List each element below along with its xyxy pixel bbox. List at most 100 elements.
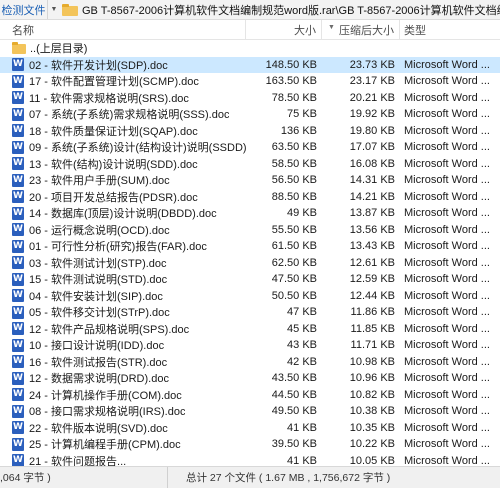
file-compressed-size: 14.21 KB — [349, 190, 395, 203]
column-header-compressed-label: 压缩后大小 — [339, 24, 394, 37]
word-doc-icon: W — [12, 388, 24, 402]
file-row[interactable]: W 24 - 计算机操作手册(COM).doc 44.50 KB 10.82 KB Mi… — [0, 387, 500, 404]
file-type: Microsoft Word ... — [404, 355, 490, 368]
file-type: Microsoft Word ... — [404, 454, 490, 466]
file-row[interactable]: W 18 - 软件质量保证计划(SQAP).doc 136 KB 19.80 KB Mi… — [0, 123, 500, 140]
file-row[interactable]: W 11 - 软件需求规格说明(SRS).doc 78.50 KB 20.21 KB M… — [0, 90, 500, 107]
column-header-type[interactable]: 类型 — [400, 20, 500, 40]
file-row[interactable]: W 10 - 接口设计说明(IDD).doc 43 KB 11.71 KB Micros… — [0, 337, 500, 354]
file-type: Microsoft Word ... — [404, 438, 490, 451]
file-name-cell: W 07 - 系统(子系统)需求规格说明(SSS).doc — [0, 106, 246, 123]
check-files-button[interactable]: 检测文件 — [0, 0, 48, 19]
file-type: Microsoft Word ... — [404, 372, 490, 385]
word-doc-icon: W — [12, 256, 24, 270]
file-row[interactable]: W 14 - 数据库(顶层)设计说明(DBDD).doc 49 KB 13.87 KB… — [0, 205, 500, 222]
file-name: 15 - 软件测试说明(STD).doc — [29, 274, 168, 287]
file-compressed-size: 19.92 KB — [349, 108, 395, 121]
file-compressed-size: 16.08 KB — [349, 157, 395, 170]
file-size: 58.50 KB — [271, 157, 317, 170]
file-compressed-size: 23.17 KB — [349, 75, 395, 88]
word-doc-icon: W — [12, 239, 24, 253]
file-row[interactable]: W 13 - 软件(结构)设计说明(SDD).doc 58.50 KB 16.08 K… — [0, 156, 500, 173]
word-doc-icon: W — [12, 371, 24, 385]
file-row[interactable]: W 23 - 软件用户手册(SUM).doc 56.50 KB 14.31 KB Mic… — [0, 172, 500, 189]
file-name-cell: W 23 - 软件用户手册(SUM).doc — [0, 172, 246, 189]
file-type: Microsoft Word ... — [404, 273, 490, 286]
file-row[interactable]: W 05 - 软件移交计划(STrP).doc 47 KB 11.86 KB Micro… — [0, 304, 500, 321]
file-size: 39.50 KB — [271, 438, 317, 451]
file-name-cell: W 18 - 软件质量保证计划(SQAP).doc — [0, 123, 246, 140]
file-name-cell: W 20 - 项目开发总结报告(PDSR).doc — [0, 189, 246, 206]
path-dropdown-arrow-icon[interactable]: ▼ — [48, 0, 60, 19]
word-doc-icon: W — [12, 58, 24, 72]
address-path-text: GB T-8567-2006计算机软件文档编制规范word版.rar\GB T-… — [82, 4, 500, 17]
file-row[interactable]: W 02 - 软件开发计划(SDP).doc 148.50 KB 23.73 KB Mi… — [0, 56, 500, 73]
file-type: Microsoft Word ... — [404, 322, 490, 335]
word-doc-icon: W — [12, 124, 24, 138]
file-name: 06 - 运行概念说明(OCD).doc — [29, 224, 170, 237]
address-path[interactable]: GB T-8567-2006计算机软件文档编制规范word版.rar\GB T-… — [60, 0, 500, 19]
parent-directory-cell: ..(上层目录) — [0, 40, 246, 57]
file-compressed-size: 10.82 KB — [349, 388, 395, 401]
file-name-cell: W 21 - 软件问题报告... — [0, 453, 246, 466]
file-name: 07 - 系统(子系统)需求规格说明(SSS).doc — [29, 109, 230, 122]
file-name: 20 - 项目开发总结报告(PDSR).doc — [29, 191, 198, 204]
file-row[interactable]: W 08 - 接口需求规格说明(IRS).doc 49.50 KB 10.38 KB M… — [0, 403, 500, 420]
file-compressed-size: 11.85 KB — [350, 322, 395, 335]
file-name: 23 - 软件用户手册(SUM).doc — [29, 175, 170, 188]
path-folder-icon — [62, 3, 78, 16]
file-size: 62.50 KB — [271, 256, 317, 269]
file-row[interactable]: W 09 - 系统(子系统)设计(结构设计)说明(SSDD).doc 63.50 K… — [0, 139, 500, 156]
file-type: Microsoft Word ... — [404, 141, 490, 154]
file-row[interactable]: W 21 - 软件问题报告... 41 KB 10.05 KB Microsoft Wo… — [0, 453, 500, 466]
file-name: 11 - 软件需求规格说明(SRS).doc — [29, 92, 189, 105]
file-row[interactable]: W 04 - 软件安装计划(SIP).doc 50.50 KB 12.44 KB Mic… — [0, 288, 500, 305]
file-row[interactable]: W 17 - 软件配置管理计划(SCMP).doc 163.50 KB 23.17 K… — [0, 73, 500, 90]
column-header-name[interactable]: 名称 — [0, 19, 246, 40]
file-size: 55.50 KB — [271, 223, 317, 236]
status-selection-text: ,064 字节 ) — [0, 467, 168, 488]
file-compressed-size: 12.59 KB — [349, 273, 395, 286]
file-row[interactable]: W 12 - 数据需求说明(DRD).doc 43.50 KB 10.96 KB Mic… — [0, 370, 500, 387]
file-row[interactable]: W 01 - 可行性分析(研究)报告(FAR).doc 61.50 KB 13.43 … — [0, 238, 500, 255]
file-name: 24 - 计算机操作手册(COM).doc — [29, 389, 182, 402]
file-name: 25 - 计算机编程手册(CPM).doc — [29, 439, 181, 452]
file-row[interactable]: W 06 - 运行概念说明(OCD).doc 55.50 KB 13.56 KB Mic… — [0, 222, 500, 239]
file-size: 44.50 KB — [271, 388, 317, 401]
file-row[interactable]: W 12 - 软件产品规格说明(SPS).doc 45 KB 11.85 KB Micr… — [0, 321, 500, 338]
file-name: 04 - 软件安装计划(SIP).doc — [29, 290, 163, 303]
file-compressed-size: 12.61 KB — [349, 256, 395, 269]
word-doc-icon: W — [12, 206, 24, 220]
file-row[interactable]: W 20 - 项目开发总结报告(PDSR).doc 88.50 KB 14.21 KB… — [0, 189, 500, 206]
column-header-size[interactable]: 大小 — [246, 19, 322, 40]
word-doc-icon: W — [12, 305, 24, 319]
file-name-cell: W 06 - 运行概念说明(OCD).doc — [0, 222, 246, 239]
file-row[interactable]: W 22 - 软件版本说明(SVD).doc 41 KB 10.35 KB Micros… — [0, 420, 500, 437]
word-doc-icon: W — [12, 223, 24, 237]
word-doc-icon: W — [12, 91, 24, 105]
file-row[interactable]: W 16 - 软件测试报告(STR).doc 42 KB 10.98 KB Micros… — [0, 354, 500, 371]
column-header-compressed-size[interactable]: ▼ 压缩后大小 — [322, 19, 400, 40]
file-compressed-size: 23.73 KB — [349, 58, 395, 71]
file-size: 49 KB — [287, 207, 317, 220]
file-size: 88.50 KB — [271, 190, 317, 203]
file-row[interactable]: W 07 - 系统(子系统)需求规格说明(SSS).doc 75 KB 19.92 K… — [0, 106, 500, 123]
file-type: Microsoft Word ... — [404, 207, 490, 220]
word-doc-icon: W — [12, 289, 24, 303]
file-compressed-size: 14.31 KB — [349, 174, 395, 187]
status-bar: ,064 字节 ) 总计 27 个文件 ( 1.67 MB , 1,756,67… — [0, 466, 500, 488]
file-name: 17 - 软件配置管理计划(SCMP).doc — [29, 76, 199, 89]
column-header-row: 名称 大小 ▼ 压缩后大小 类型 — [0, 19, 500, 40]
file-type: Microsoft Word ... — [404, 157, 490, 170]
word-doc-icon: W — [12, 404, 24, 418]
file-row[interactable]: W 03 - 软件测试计划(STP).doc 62.50 KB 12.61 KB Mic… — [0, 255, 500, 272]
file-name-cell: W 04 - 软件安装计划(SIP).doc — [0, 288, 246, 305]
file-row[interactable]: W 15 - 软件测试说明(STD).doc 47.50 KB 12.59 KB Mic… — [0, 271, 500, 288]
file-size: 61.50 KB — [271, 240, 317, 253]
file-name-cell: W 03 - 软件测试计划(STP).doc — [0, 255, 246, 272]
file-row[interactable]: W 25 - 计算机编程手册(CPM).doc 39.50 KB 10.22 KB Mi… — [0, 436, 500, 453]
parent-directory-row[interactable]: ..(上层目录) — [0, 40, 500, 57]
file-name-cell: W 25 - 计算机编程手册(CPM).doc — [0, 436, 246, 453]
file-name-cell: W 13 - 软件(结构)设计说明(SDD).doc — [0, 156, 246, 173]
word-doc-icon: W — [12, 454, 24, 466]
